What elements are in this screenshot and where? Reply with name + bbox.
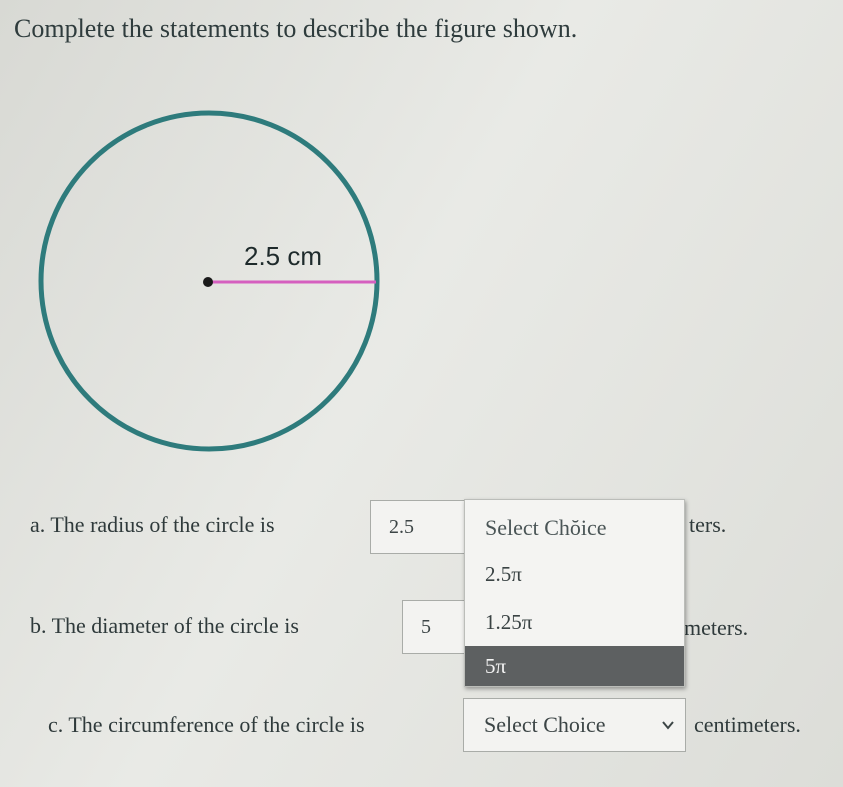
dropdown-header[interactable]: Select Chŏice [465,504,684,552]
statement-b-text: b. The diameter of the circle is [30,613,299,638]
radius-answer-value: 2.5 [389,515,414,538]
radius-label: 2.5 cm [244,241,322,271]
statement-a-text: a. The radius of the circle is [30,512,275,537]
dropdown-option-2-5pi[interactable]: 2.5π [465,552,684,596]
statement-c-text: c. The circumference of the circle is [48,712,365,737]
circumference-select-label: Select Choice [484,712,606,737]
circumference-select[interactable]: Select Choice [463,698,686,752]
circle-figure: 2.5 cm [38,110,380,452]
diameter-answer-value: 5 [421,615,431,638]
statement-b-suffix: meters. [684,615,749,640]
unit-dropdown-menu[interactable]: Select Chŏice 2.5π 1.25π 5π [464,499,685,687]
statement-a-suffix: ters. [689,512,727,537]
statement-c-suffix: centimeters. [694,712,801,737]
dropdown-option-1-25pi[interactable]: 1.25π [465,600,684,644]
center-point [203,277,213,287]
radius-answer-box[interactable]: 2.5 [370,500,466,554]
diameter-answer-box[interactable]: 5 [402,600,466,654]
dropdown-option-5pi[interactable]: 5π [465,646,684,686]
chevron-down-icon [662,721,674,730]
